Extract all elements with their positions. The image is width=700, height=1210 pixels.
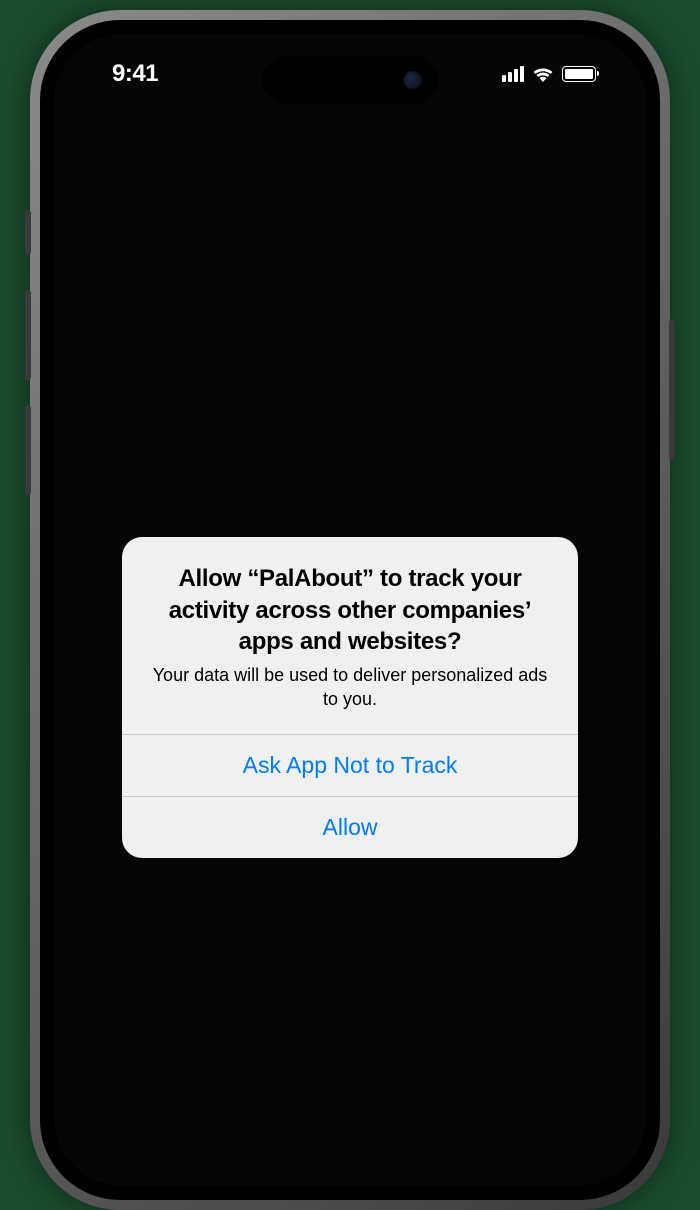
status-time: 9:41 — [112, 60, 158, 88]
front-camera — [404, 71, 422, 89]
alert-message: Your data will be used to deliver person… — [144, 663, 556, 712]
ask-not-to-track-button[interactable]: Ask App Not to Track — [122, 734, 578, 796]
phone-frame: 9:41 — [30, 10, 670, 1210]
alert-content: Allow “PalAbout” to track your activity … — [122, 537, 578, 733]
battery-icon — [562, 66, 596, 82]
power-button — [669, 320, 675, 460]
volume-up-button — [25, 290, 31, 380]
phone-bezel: 9:41 — [40, 20, 660, 1200]
alert-overlay: Allow “PalAbout” to track your activity … — [54, 34, 646, 1186]
alert-title: Allow “PalAbout” to track your activity … — [144, 563, 556, 657]
volume-down-button — [25, 405, 31, 495]
tracking-permission-dialog: Allow “PalAbout” to track your activity … — [122, 537, 578, 857]
ring-switch — [25, 210, 31, 255]
allow-button[interactable]: Allow — [122, 796, 578, 858]
status-icons — [502, 66, 596, 82]
wifi-icon — [532, 66, 554, 82]
cellular-signal-icon — [502, 66, 524, 82]
phone-screen: 9:41 — [54, 34, 646, 1186]
dynamic-island — [263, 56, 438, 104]
